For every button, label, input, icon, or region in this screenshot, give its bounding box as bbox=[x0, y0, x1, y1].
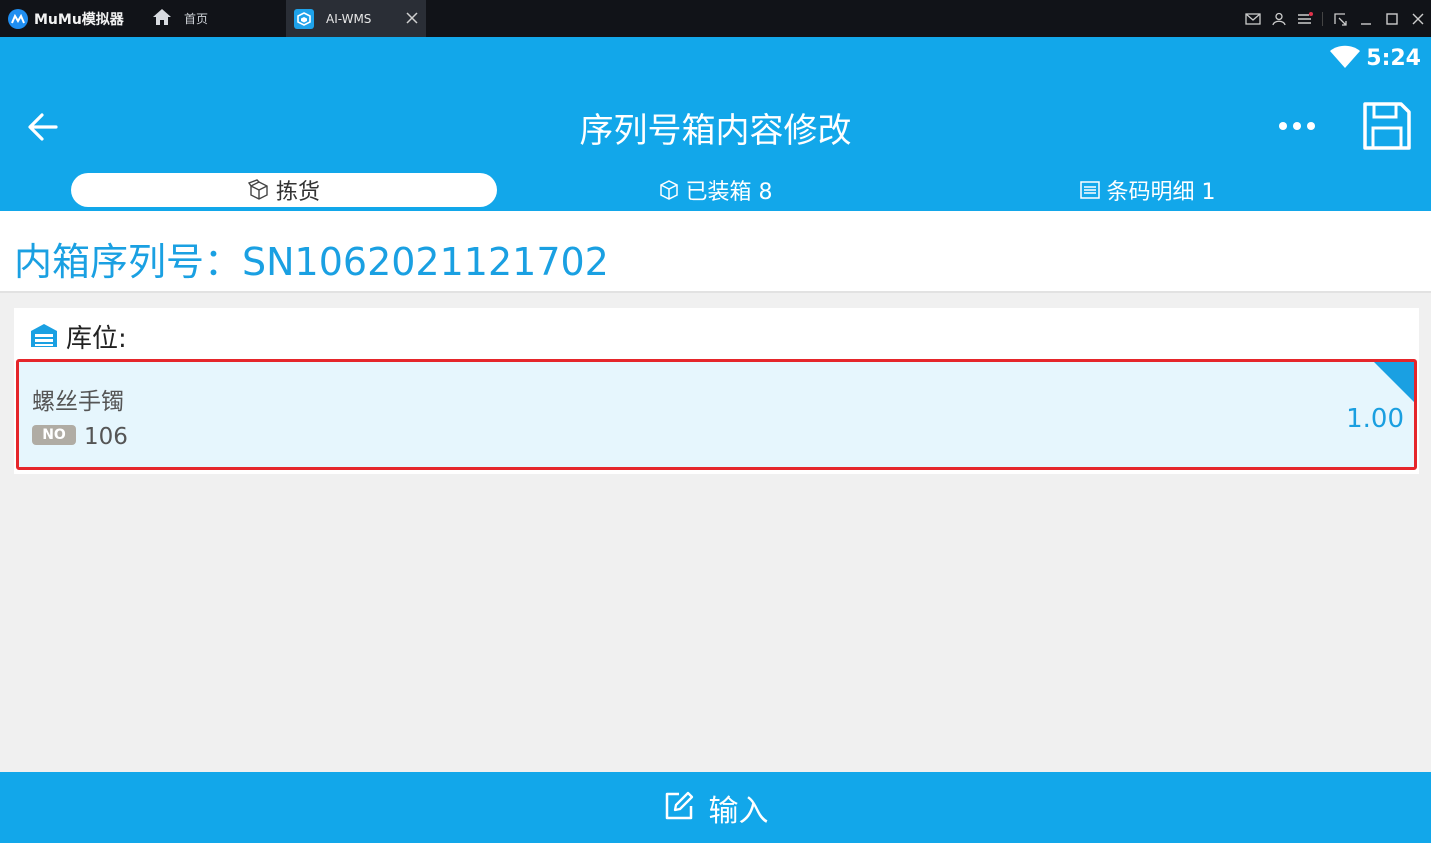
mumu-logo-icon bbox=[8, 8, 28, 29]
item-name: 螺丝手镯 bbox=[32, 389, 124, 415]
emulator-brand: MuMu模拟器 bbox=[0, 8, 146, 29]
app-root: MuMu模拟器 首页 AI-WMS 5:24 序列号箱内容修改 拣货 已装箱 8… bbox=[0, 0, 1431, 843]
more-options-icon[interactable] bbox=[1270, 111, 1324, 141]
home-icon bbox=[152, 8, 172, 30]
tab-ai-wms[interactable]: AI-WMS bbox=[286, 0, 426, 37]
app-icon bbox=[294, 8, 314, 29]
edit-icon bbox=[663, 790, 695, 826]
emulator-brand-label: MuMu模拟器 bbox=[34, 11, 124, 28]
tab-barcode-detail-label: 条码明细 1 bbox=[1106, 180, 1216, 205]
window-controls-divider bbox=[1322, 11, 1323, 26]
window-controls bbox=[1240, 0, 1431, 37]
maximize-icon[interactable] bbox=[1379, 0, 1405, 37]
app-header: 序列号箱内容修改 bbox=[0, 81, 1431, 171]
tab-home[interactable]: 首页 bbox=[146, 0, 286, 37]
location-header: 库位: bbox=[30, 318, 127, 355]
location-card: 库位: 螺丝手镯 NO 106 1.00 bbox=[14, 308, 1419, 474]
tab-packed-label: 已装箱 8 bbox=[685, 180, 773, 205]
tab-picking[interactable]: 拣货 bbox=[71, 173, 497, 207]
emulator-titlebar: MuMu模拟器 首页 AI-WMS bbox=[0, 0, 1431, 37]
wifi-icon bbox=[1329, 45, 1361, 73]
menu-icon[interactable] bbox=[1292, 0, 1318, 37]
item-number: 106 bbox=[84, 424, 128, 450]
item-quantity: 1.00 bbox=[1346, 404, 1404, 434]
tab-close-icon[interactable] bbox=[404, 10, 420, 26]
resize-icon[interactable] bbox=[1327, 0, 1353, 37]
android-status-bar: 5:24 bbox=[0, 37, 1431, 81]
cube-icon bbox=[658, 179, 680, 201]
tab-strip: 拣货 已装箱 8 条码明细 1 bbox=[0, 171, 1431, 211]
tab-picking-label: 拣货 bbox=[275, 180, 320, 205]
location-label: 库位: bbox=[66, 324, 127, 354]
serial-number-text: 内箱序列号：SN1062021121702 bbox=[14, 240, 609, 284]
user-icon[interactable] bbox=[1266, 0, 1292, 37]
no-badge: NO bbox=[32, 425, 76, 445]
warehouse-icon bbox=[30, 322, 58, 352]
tab-barcode-detail[interactable]: 条码明细 1 bbox=[934, 173, 1360, 207]
tab-home-label: 首页 bbox=[184, 12, 209, 26]
close-icon[interactable] bbox=[1405, 0, 1431, 37]
page-title: 序列号箱内容修改 bbox=[579, 111, 852, 151]
selected-corner-marker bbox=[1374, 362, 1414, 402]
input-button[interactable]: 输入 bbox=[0, 772, 1431, 843]
tab-ai-wms-label: AI-WMS bbox=[326, 11, 372, 26]
status-clock: 5:24 bbox=[1366, 46, 1421, 71]
list-item[interactable]: 螺丝手镯 NO 106 1.00 bbox=[16, 359, 1417, 470]
save-icon[interactable] bbox=[1360, 99, 1414, 153]
serial-header: 内箱序列号：SN1062021121702 bbox=[0, 211, 1431, 293]
input-button-label: 输入 bbox=[708, 793, 769, 829]
list-icon bbox=[1079, 179, 1101, 201]
tab-packed[interactable]: 已装箱 8 bbox=[500, 173, 930, 207]
mail-icon[interactable] bbox=[1240, 0, 1266, 37]
minimize-icon[interactable] bbox=[1353, 0, 1379, 37]
box-open-icon bbox=[247, 179, 270, 201]
